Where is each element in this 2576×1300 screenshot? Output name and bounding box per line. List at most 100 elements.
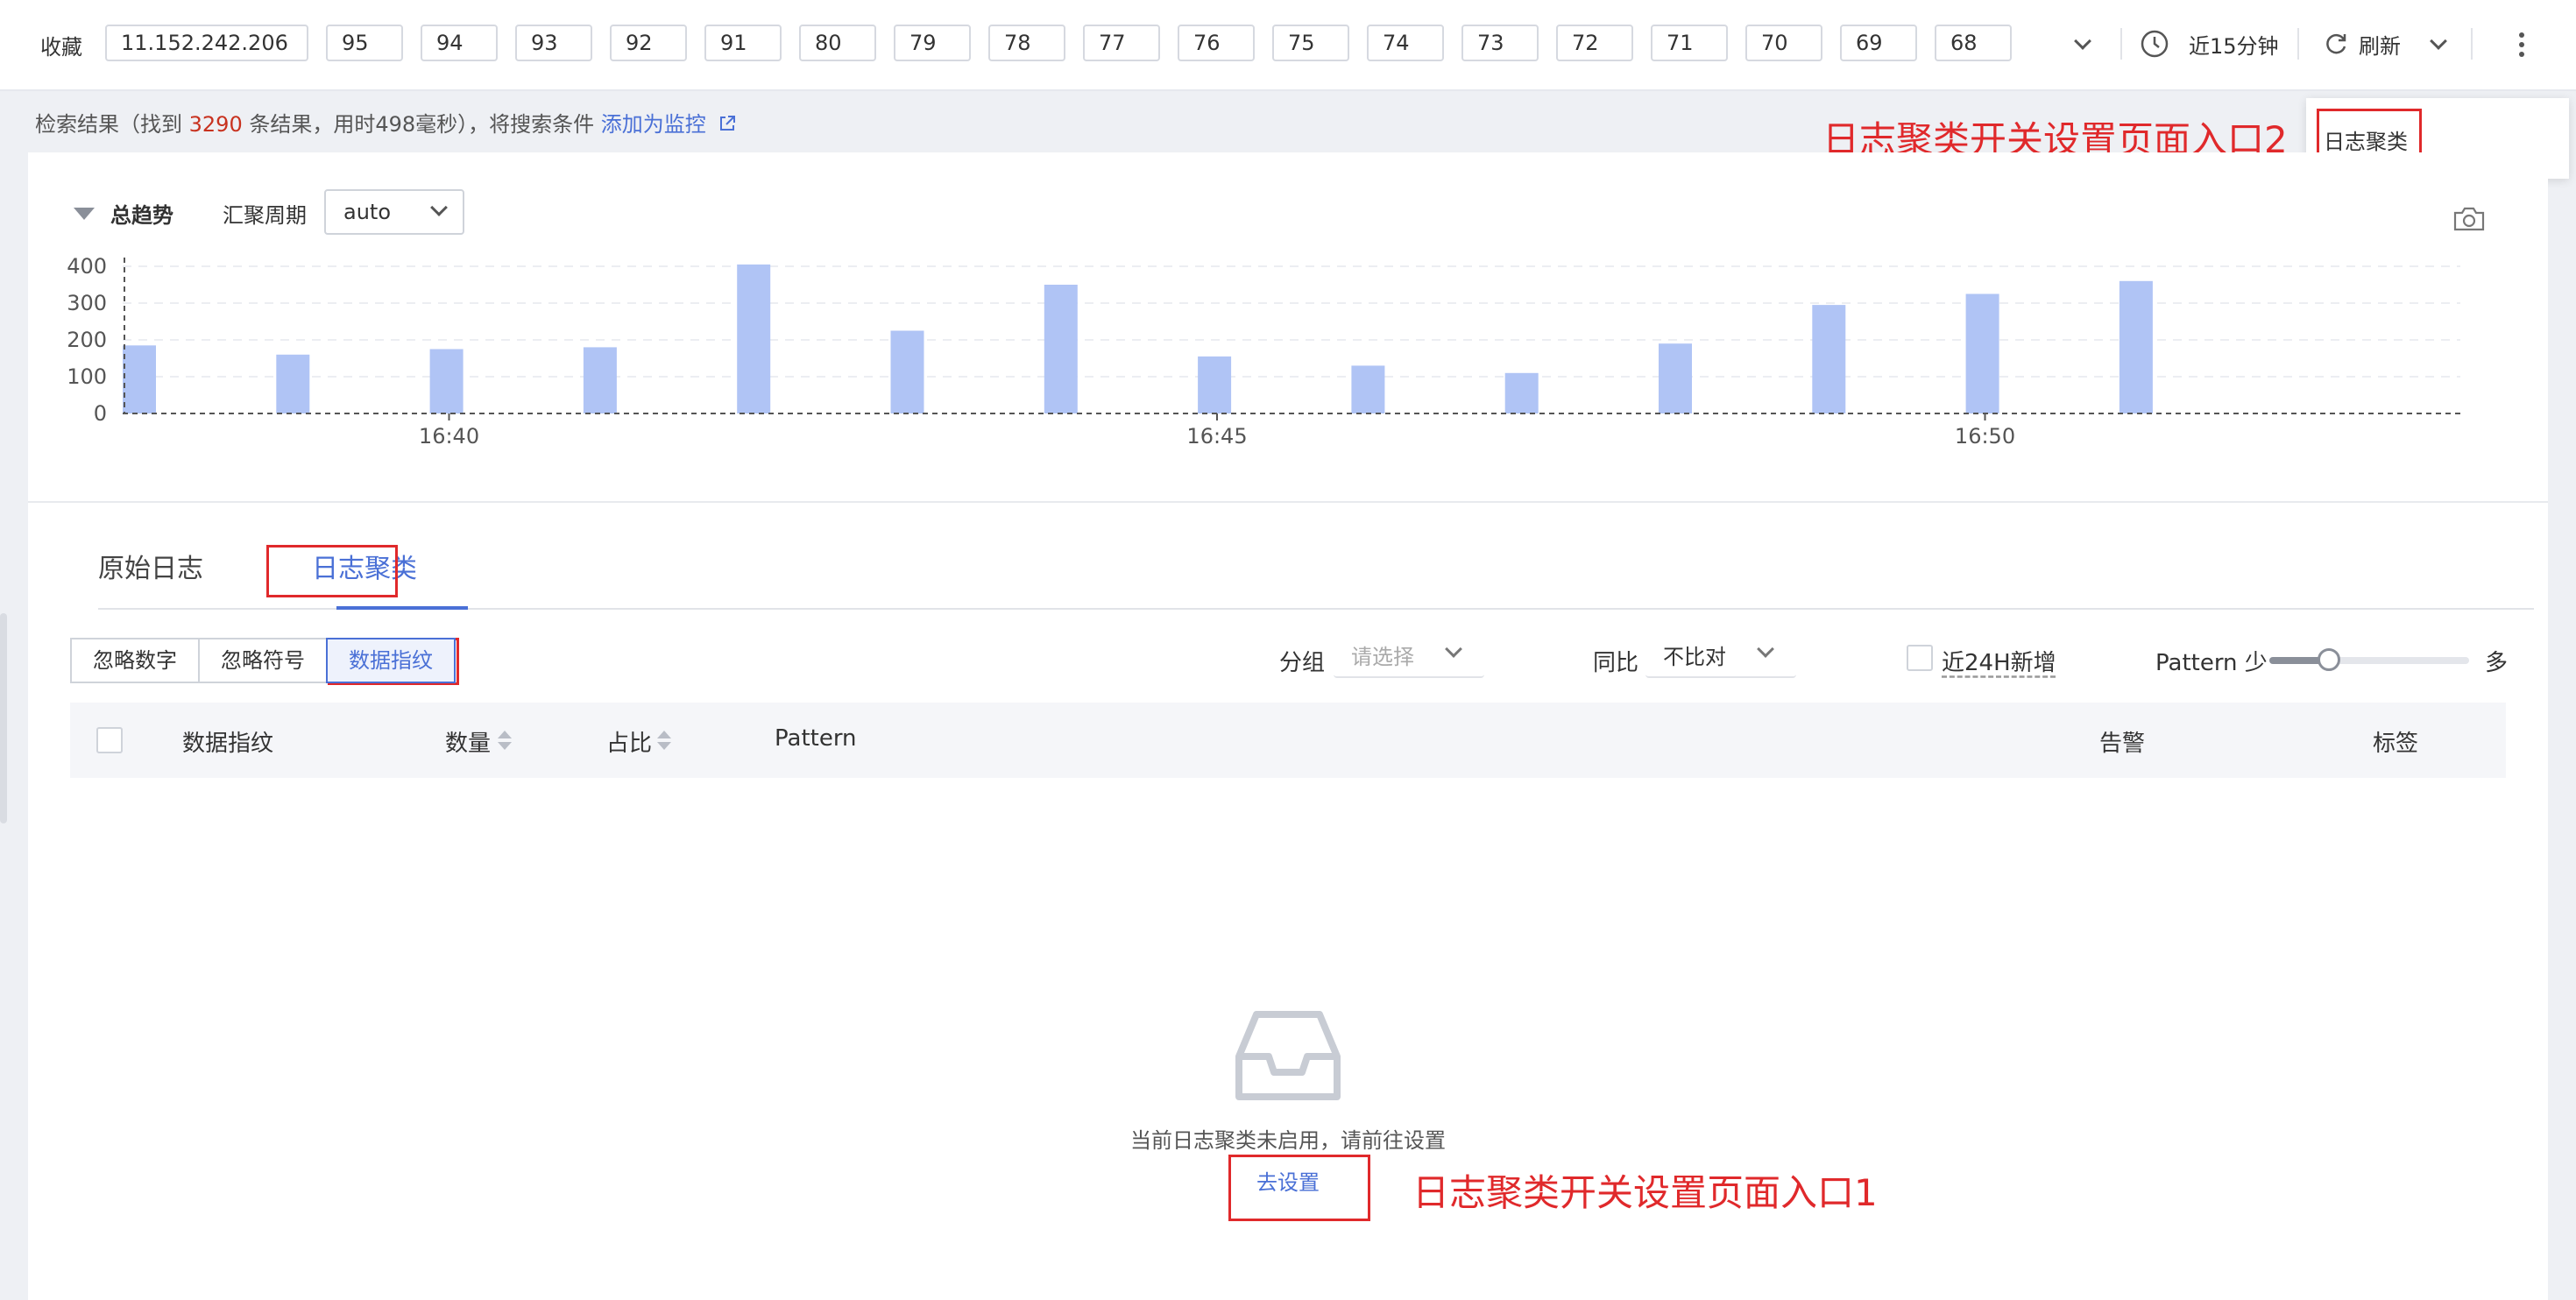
favorite-chip[interactable]: 92 bbox=[610, 25, 687, 61]
add-monitor-link[interactable]: 添加为监控 bbox=[601, 112, 706, 137]
chart-bar bbox=[1198, 356, 1232, 413]
chart-bar bbox=[737, 264, 771, 413]
favorite-chip[interactable]: 76 bbox=[1178, 25, 1255, 61]
compare-select[interactable]: 不比对 bbox=[1645, 632, 1796, 678]
annotation-entry-1: 日志聚类开关设置页面入口1 bbox=[1412, 1171, 1878, 1214]
refresh-label: 刷新 bbox=[2359, 33, 2401, 59]
camera-icon[interactable] bbox=[2452, 205, 2487, 233]
chart-bar bbox=[429, 349, 464, 413]
time-range-picker[interactable]: 近15分钟 bbox=[2140, 26, 2279, 61]
chevron-down-icon bbox=[1757, 640, 1774, 658]
tab-raw-log[interactable]: 原始日志 bbox=[98, 547, 203, 585]
chips-expand-icon[interactable] bbox=[2074, 32, 2091, 50]
search-result-summary: 检索结果（找到 3290 条结果，用时498毫秒），将搜索条件 添加为监控 bbox=[35, 107, 737, 138]
cluster-table-header: 数据指纹 数量 占比 Pattern 告警 标签 bbox=[70, 703, 2506, 778]
chart-bar bbox=[1965, 293, 1999, 413]
ignore-symbols-button[interactable]: 忽略符号 bbox=[198, 638, 328, 683]
result-prefix: 检索结果（找到 bbox=[35, 112, 189, 137]
header-alarm: 告警 bbox=[2099, 731, 2146, 757]
highlight-box-cluster-tab bbox=[266, 545, 398, 597]
favorite-chip[interactable]: 11.152.242.206 bbox=[105, 25, 308, 61]
favorite-chip[interactable]: 72 bbox=[1556, 25, 1633, 61]
refresh-dropdown-icon[interactable] bbox=[2430, 32, 2447, 50]
favorite-chip[interactable]: 95 bbox=[326, 25, 403, 61]
favorite-chip[interactable]: 73 bbox=[1461, 25, 1539, 61]
y-tick-label: 0 bbox=[94, 401, 107, 426]
favorite-chip[interactable]: 91 bbox=[704, 25, 782, 61]
header-count[interactable]: 数量 bbox=[445, 725, 491, 758]
x-tick-label: 16:50 bbox=[1955, 424, 2015, 449]
toolbar-divider bbox=[2297, 28, 2299, 60]
ignore-numbers-button[interactable]: 忽略数字 bbox=[70, 638, 200, 683]
more-vertical-icon[interactable] bbox=[2511, 30, 2532, 60]
new-24h-checkbox[interactable] bbox=[1907, 645, 1933, 671]
section-divider bbox=[28, 501, 2548, 503]
chevron-down-icon bbox=[1445, 640, 1462, 658]
chart-bar bbox=[1504, 372, 1539, 413]
refresh-icon bbox=[2326, 33, 2346, 54]
group-label: 分组 bbox=[1279, 650, 1326, 676]
aggregation-period-label: 汇聚周期 bbox=[223, 203, 307, 228]
time-range-label: 近15分钟 bbox=[2189, 33, 2279, 59]
compare-label: 同比 bbox=[1593, 650, 1639, 676]
chart-bar bbox=[890, 330, 924, 413]
active-tab-indicator bbox=[336, 606, 468, 610]
external-link-icon[interactable] bbox=[718, 114, 737, 133]
group-placeholder: 请选择 bbox=[1351, 644, 1414, 669]
chart-bar bbox=[1812, 305, 1846, 413]
result-suffix: 条结果，用时498毫秒），将搜索条件 bbox=[242, 112, 595, 137]
favorite-chip[interactable]: 71 bbox=[1651, 25, 1728, 61]
favorite-chip[interactable]: 94 bbox=[421, 25, 498, 61]
result-count: 3290 bbox=[188, 112, 243, 137]
favorite-chip[interactable]: 74 bbox=[1367, 25, 1444, 61]
header-pattern: Pattern bbox=[775, 725, 857, 752]
chart-bar bbox=[1044, 285, 1078, 413]
collapse-triangle-icon bbox=[74, 207, 95, 220]
highlight-box-entry-1 bbox=[1228, 1155, 1370, 1221]
pattern-slider-thumb[interactable] bbox=[2318, 648, 2341, 671]
aggregation-period-select[interactable]: auto bbox=[324, 189, 464, 235]
toolbar-divider bbox=[2471, 28, 2473, 60]
chart-bar bbox=[276, 354, 310, 413]
favorite-chip[interactable]: 70 bbox=[1745, 25, 1822, 61]
chart-bar bbox=[2119, 280, 2153, 413]
y-tick-label: 300 bbox=[67, 291, 107, 315]
favorites-label: 收藏 bbox=[40, 35, 82, 60]
main-panel: 总趋势 汇聚周期 auto 0 100 200 300 400 16:40 16:45 16:… bbox=[28, 152, 2548, 1300]
sort-count-icon[interactable] bbox=[498, 731, 512, 752]
y-tick-label: 400 bbox=[67, 254, 107, 279]
data-fingerprint-button[interactable]: 数据指纹 bbox=[326, 638, 456, 683]
clock-icon bbox=[2141, 30, 2169, 58]
favorite-chip[interactable]: 79 bbox=[894, 25, 971, 61]
header-tags: 标签 bbox=[2373, 731, 2419, 757]
pattern-slider[interactable] bbox=[2269, 648, 2469, 671]
empty-inbox-icon bbox=[1235, 1011, 1341, 1100]
favorite-chip[interactable]: 68 bbox=[1935, 25, 2012, 61]
log-tabs: 原始日志 日志聚类 bbox=[98, 547, 2534, 610]
favorite-chip[interactable]: 93 bbox=[515, 25, 592, 61]
favorite-chip[interactable]: 78 bbox=[988, 25, 1065, 61]
favorite-chip[interactable]: 80 bbox=[799, 25, 876, 61]
refresh-button[interactable]: 刷新 bbox=[2324, 26, 2401, 61]
x-tick-label: 16:45 bbox=[1186, 424, 1247, 449]
header-fingerprint: 数据指纹 bbox=[182, 731, 274, 757]
sort-ratio-icon[interactable] bbox=[657, 731, 671, 752]
x-tick-label: 16:40 bbox=[419, 424, 479, 449]
compare-value: 不比对 bbox=[1663, 644, 1726, 669]
trend-chart: 0 100 200 300 400 16:40 16:45 16:50 bbox=[67, 254, 2460, 449]
y-tick-label: 100 bbox=[67, 364, 107, 389]
favorite-chip[interactable]: 69 bbox=[1840, 25, 1917, 61]
chart-bar bbox=[1659, 343, 1692, 413]
top-toolbar: 收藏 11.152.242.206 95 94 93 92 91 80 79 78 77 76 75 7… bbox=[0, 0, 2576, 91]
left-scrollbar[interactable] bbox=[0, 613, 7, 823]
group-select[interactable]: 请选择 bbox=[1334, 632, 1484, 678]
favorite-chip[interactable]: 75 bbox=[1272, 25, 1349, 61]
chart-bar bbox=[1351, 365, 1385, 413]
toolbar-divider bbox=[2120, 28, 2122, 60]
trend-collapse-toggle[interactable]: 总趋势 bbox=[74, 198, 173, 229]
chart-bar bbox=[583, 347, 617, 413]
new-24h-label: 近24H新增 bbox=[1942, 650, 2056, 676]
select-all-checkbox[interactable] bbox=[96, 727, 123, 753]
header-ratio[interactable]: 占比 bbox=[606, 725, 652, 758]
favorite-chip[interactable]: 77 bbox=[1083, 25, 1160, 61]
